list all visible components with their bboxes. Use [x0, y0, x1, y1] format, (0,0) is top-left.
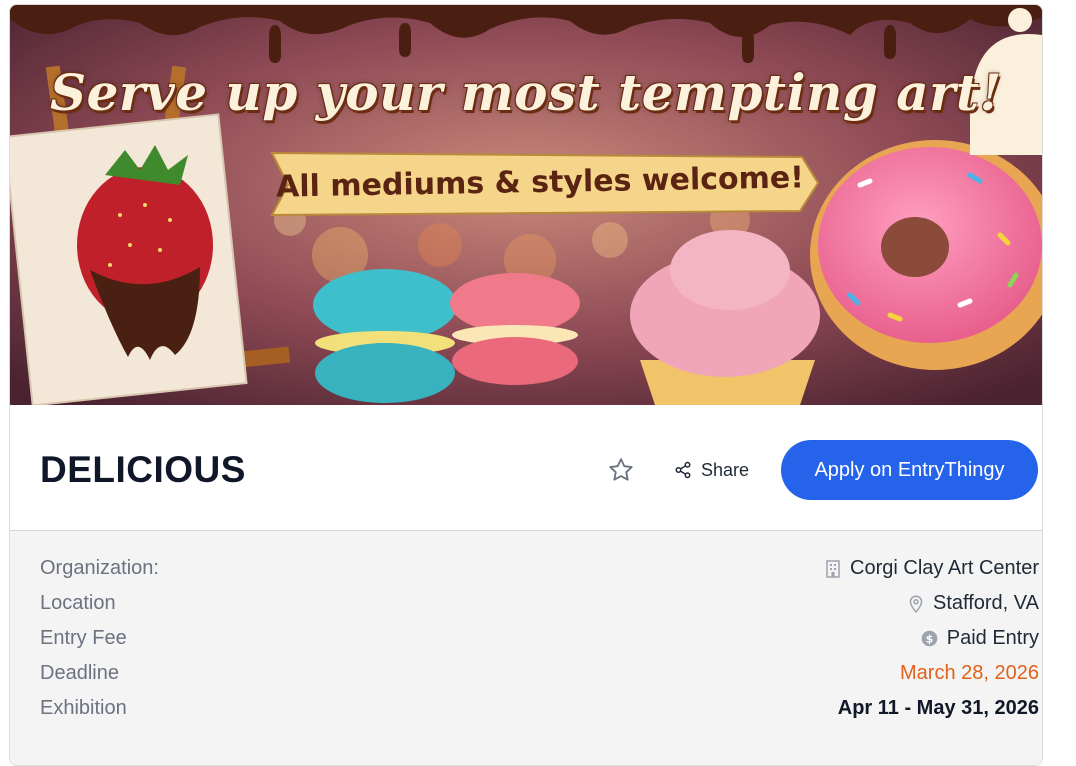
entry-fee-text: Paid Entry — [946, 627, 1039, 649]
svg-text:$: $ — [926, 633, 934, 646]
share-label: Share — [701, 459, 750, 480]
star-icon — [609, 458, 633, 481]
organization-name: Corgi Clay Art Center — [850, 557, 1039, 579]
entry-fee-value: $ Paid Entry — [921, 627, 1039, 650]
listing-header: DELICIOUS Share Apply on EntryThingy — [10, 405, 1042, 531]
apply-button[interactable]: Apply on EntryThingy — [781, 440, 1038, 500]
location-text: Stafford, VA — [933, 592, 1039, 614]
detail-row-exhibition: Exhibition Apr 11 - May 31, 2026 — [10, 691, 1042, 726]
listing-card: Serve up your most tempting art! All med… — [9, 4, 1043, 766]
exhibition-value: Apr 11 - May 31, 2026 — [837, 697, 1039, 719]
entry-fee-label: Entry Fee — [40, 627, 127, 649]
exhibition-label: Exhibition — [40, 697, 127, 719]
location-value: Stafford, VA — [907, 592, 1039, 615]
dollar-coin-icon: $ — [921, 630, 939, 648]
building-icon — [824, 559, 842, 578]
location-label: Location — [40, 592, 116, 614]
deadline-value: March 28, 2026 — [900, 662, 1039, 684]
banner-headline: Serve up your most tempting art! — [49, 63, 1003, 122]
detail-row-organization: Organization: Corgi Clay Art Center — [10, 551, 1042, 586]
organization-value[interactable]: Corgi Clay Art Center — [824, 557, 1039, 580]
details-panel: Organization: Corgi Clay Art Center Loca… — [10, 531, 1042, 765]
detail-row-deadline: Deadline March 28, 2026 — [10, 656, 1042, 691]
banner-image: Serve up your most tempting art! All med… — [10, 5, 1042, 405]
deadline-label: Deadline — [40, 662, 119, 684]
detail-row-location: Location Stafford, VA — [10, 586, 1042, 621]
organization-label: Organization: — [40, 557, 159, 579]
detail-row-entry-fee: Entry Fee $ Paid Entry — [10, 621, 1042, 656]
share-icon — [675, 461, 691, 479]
favorite-button[interactable] — [606, 455, 636, 485]
share-button[interactable]: Share — [674, 455, 749, 485]
page-title: DELICIOUS — [40, 449, 246, 490]
map-pin-icon — [907, 594, 925, 613]
